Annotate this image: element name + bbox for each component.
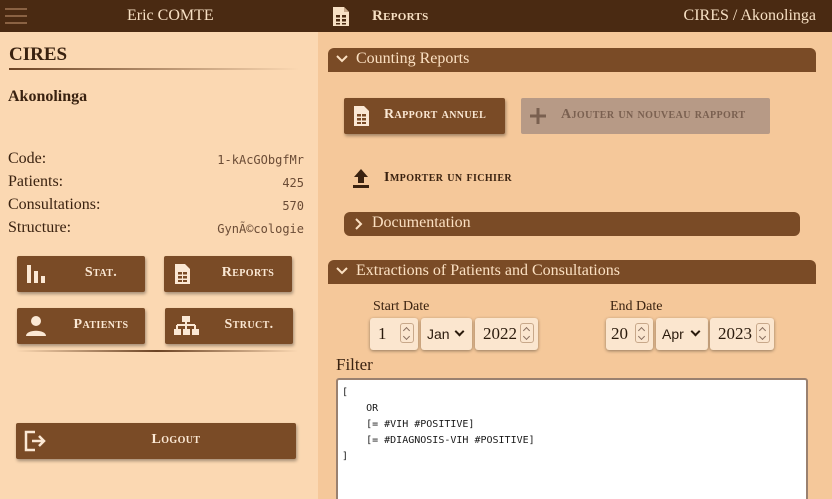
info-label: Structure: — [8, 219, 72, 236]
reports-button[interactable]: Reports — [164, 256, 292, 292]
spinner-icon[interactable] — [756, 323, 770, 343]
annual-report-button[interactable]: Rapport annuel — [344, 98, 505, 134]
divider — [9, 68, 299, 70]
info-row-code: Code: 1-kAcGObgfMr — [8, 150, 304, 170]
extractions-header[interactable]: Extractions of Patients and Consultation… — [328, 260, 816, 284]
annual-report-label: Rapport annuel — [384, 107, 487, 122]
site-name: Akonolinga — [8, 88, 88, 105]
spinner-icon[interactable] — [520, 323, 534, 343]
org-structure-icon — [174, 316, 199, 335]
user-name[interactable]: Eric COMTE — [127, 7, 214, 25]
info-label: Consultations: — [8, 196, 101, 213]
start-year-input[interactable]: 2022 — [475, 318, 538, 350]
organization-name: CIRES — [9, 44, 68, 65]
info-value: 1-kAcGObgfMr — [217, 153, 304, 167]
report-document-icon — [333, 7, 349, 26]
start-month-value: Jan — [427, 326, 450, 342]
plus-icon — [530, 108, 546, 124]
struct-button[interactable]: Struct. — [165, 308, 293, 344]
bar-chart-icon — [27, 265, 45, 283]
info-row-structure: Structure: GynÃ©cologie — [8, 219, 304, 239]
end-year-input[interactable]: 2023 — [710, 318, 774, 350]
end-year-value: 2023 — [718, 324, 752, 343]
end-date-label: End Date — [610, 299, 663, 314]
logout-button-label: Logout — [151, 432, 201, 447]
chevron-right-icon — [355, 218, 363, 230]
chevron-down-icon — [690, 326, 701, 337]
struct-button-label: Struct. — [224, 317, 274, 332]
end-month-select[interactable]: Apr — [656, 318, 708, 350]
import-file-button[interactable]: Importer un fichier — [344, 161, 544, 197]
add-report-button[interactable]: Ajouter un nouveau rapport — [521, 98, 770, 134]
info-value: 570 — [282, 199, 304, 213]
reports-button-label: Reports — [221, 265, 275, 280]
top-bar: Eric COMTE Reports CIRES / Akonolinga — [0, 0, 832, 32]
start-month-select[interactable]: Jan — [421, 318, 472, 350]
end-day-input[interactable]: 20 — [606, 318, 653, 350]
logout-icon — [24, 430, 46, 452]
report-document-icon — [354, 106, 369, 126]
spinner-icon[interactable] — [400, 323, 414, 343]
info-value: GynÃ©cologie — [217, 222, 304, 236]
filter-textarea[interactable]: [ OR [= #VIH #POSITIVE] [= #DIAGNOSIS-VI… — [336, 378, 808, 499]
import-file-label: Importer un fichier — [384, 170, 513, 185]
info-value: 425 — [282, 176, 304, 190]
upload-icon — [353, 169, 369, 188]
filter-label: Filter — [336, 355, 373, 374]
extractions-title: Extractions of Patients and Consultation… — [356, 262, 620, 279]
spinner-icon[interactable] — [635, 323, 649, 343]
end-day-value: 20 — [611, 324, 628, 343]
counting-reports-title: Counting Reports — [356, 50, 470, 67]
info-label: Code: — [8, 150, 47, 167]
divider — [16, 350, 298, 352]
chevron-down-icon — [336, 55, 348, 63]
documentation-header[interactable]: Documentation — [344, 212, 800, 236]
stat-button-label: Stat. — [84, 265, 118, 280]
report-document-icon — [175, 264, 190, 284]
breadcrumb[interactable]: CIRES / Akonolinga — [684, 7, 816, 25]
page-title: Reports — [372, 8, 429, 24]
documentation-title: Documentation — [372, 214, 471, 231]
hamburger-icon[interactable] — [5, 8, 27, 24]
patients-button-label: Patients — [73, 317, 129, 332]
start-date-label: Start Date — [373, 299, 430, 314]
info-row-patients: Patients: 425 — [8, 173, 304, 193]
start-day-input[interactable]: 1 — [370, 318, 418, 350]
stat-button[interactable]: Stat. — [17, 256, 145, 292]
counting-reports-header[interactable]: Counting Reports — [328, 48, 816, 72]
info-row-consultations: Consultations: 570 — [8, 196, 304, 216]
end-month-value: Apr — [662, 326, 684, 342]
logout-button[interactable]: Logout — [16, 423, 296, 459]
chevron-down-icon — [454, 326, 465, 337]
info-label: Patients: — [8, 173, 64, 190]
start-year-value: 2022 — [483, 324, 517, 343]
start-day-value: 1 — [378, 324, 387, 343]
chevron-down-icon — [336, 267, 348, 275]
add-report-label: Ajouter un nouveau rapport — [561, 107, 746, 122]
person-icon — [26, 316, 46, 336]
patients-button[interactable]: Patients — [17, 308, 145, 344]
